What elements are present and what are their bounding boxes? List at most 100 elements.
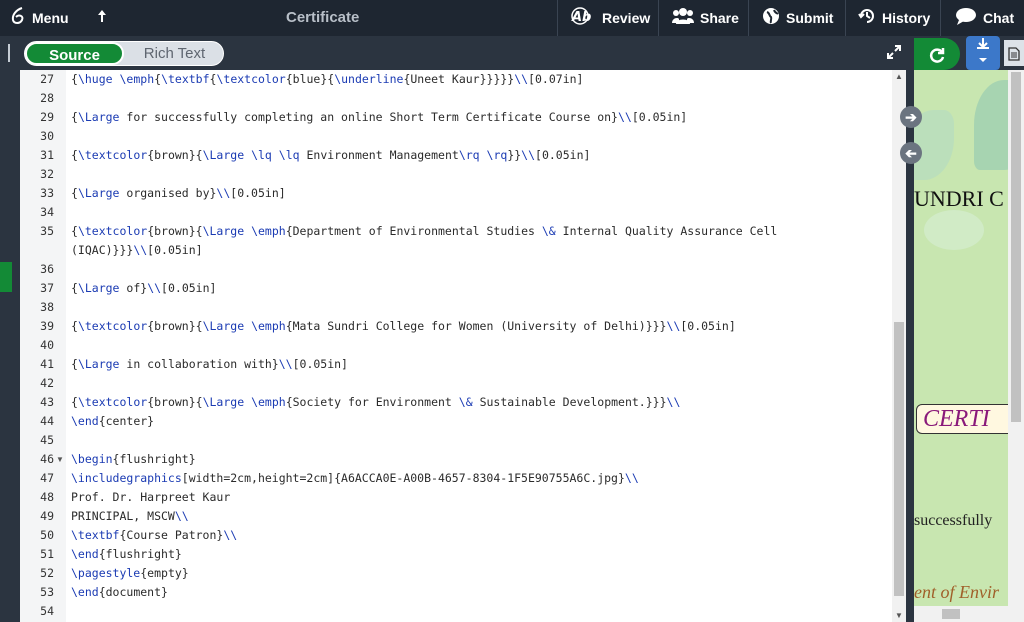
toolbar-divider [748,0,749,36]
globe-icon [762,7,780,29]
history-label: History [882,10,931,26]
code-line[interactable]: {\Large for successfully completing an o… [71,110,687,124]
line-number: 36 [40,262,54,276]
history-button[interactable]: History [858,0,930,36]
left-collapse-strip[interactable] [0,70,20,622]
refresh-icon [928,44,946,64]
pdf-horizontal-scrollbar[interactable] [914,606,1024,622]
line-number: 42 [40,376,54,390]
editor-mode-toggle[interactable]: Source Rich Text [24,41,224,66]
line-number: 43 [40,395,54,409]
code-line[interactable]: {\textcolor{brown}{\Large \emph{Departme… [71,224,777,238]
code-text-area[interactable]: {\huge \emph{\textbf{\textcolor{blue}{\u… [66,70,892,622]
code-line[interactable]: {\Large of}\\[0.05in] [71,281,216,295]
pdf-scroll-thumb[interactable] [1011,72,1021,422]
submit-button[interactable]: Submit [762,0,833,36]
line-number: 39 [40,319,54,333]
line-number: 44 [40,414,54,428]
rich-text-mode-button[interactable]: Rich Text [125,42,223,65]
chat-label: Chat [983,10,1015,26]
document-icon[interactable] [1004,40,1024,66]
chat-button[interactable]: Chat [955,0,1014,36]
download-pdf-button[interactable] [966,36,1000,70]
line-number: 31 [40,148,54,162]
code-line[interactable]: {\huge \emph{\textbf{\textcolor{blue}{\u… [71,72,583,86]
decorative-leaf [924,210,984,250]
line-number: 53 [40,585,54,599]
code-line[interactable]: \begin{flushright} [71,452,196,466]
recompile-button[interactable] [914,38,960,70]
history-clock-icon [858,7,876,29]
editor-scroll-thumb[interactable] [894,322,904,596]
line-number: 49 [40,509,54,523]
code-line[interactable]: {\Large in collaboration with}\\[0.05in] [71,357,348,371]
code-line[interactable]: \end{document} [71,585,168,599]
line-number: 30 [40,129,54,143]
line-number: 51 [40,547,54,561]
download-icon [974,38,992,69]
upload-button[interactable] [96,0,108,36]
toolbar-divider [658,0,659,36]
code-line[interactable]: PRINCIPAL, MSCW\\ [71,509,189,523]
line-number: 29 [40,110,54,124]
review-button[interactable]: Ab Review [570,0,650,36]
line-number: 50 [40,528,54,542]
line-number: 48 [40,490,54,504]
pdf-vertical-scrollbar[interactable] [1008,70,1024,606]
code-line[interactable]: \end{center} [71,414,154,428]
line-number: 45 [40,433,54,447]
code-line[interactable]: \end{flushright} [71,547,182,561]
arrow-left-icon: ➔ [905,145,917,161]
top-toolbar: Menu Certificate Ab Review Share Submit … [0,0,1024,36]
toolbar-divider [845,0,846,36]
menu-button[interactable]: Menu [10,0,69,36]
menu-label: Menu [32,10,69,26]
scroll-up-arrow-icon[interactable]: ▲ [895,72,903,81]
code-line[interactable]: {\textcolor{brown}{\Large \emph{Mata Sun… [71,319,736,333]
share-button[interactable]: Share [672,0,739,36]
line-number: 32 [40,167,54,181]
pdf-college-name-text: UNDRI C [914,186,1004,211]
line-number: 27 [40,72,54,86]
pdf-hscroll-thumb[interactable] [942,609,960,619]
code-line[interactable]: (IQAC)}}}\\[0.05in] [71,243,203,257]
line-number: 28 [40,91,54,105]
line-number: 54 [40,604,54,618]
code-line[interactable]: Prof. Dr. Harpreet Kaur [71,490,230,504]
code-line[interactable]: {\Large organised by}\\[0.05in] [71,186,286,200]
code-line[interactable]: \includegraphics[width=2cm,height=2cm]{A… [71,471,639,485]
line-number: 35 [40,224,54,238]
arrow-right-icon: ➔ [905,109,917,125]
speech-bubble-icon [955,7,977,29]
review-ab-icon: Ab [570,7,596,29]
review-label: Review [602,10,651,26]
submit-label: Submit [786,10,834,26]
project-title[interactable]: Certificate [286,0,359,36]
overleaf-leaf-icon [10,7,26,29]
decorative-leaf [974,80,1008,170]
upload-arrow-icon [96,9,108,27]
code-line[interactable]: \textbf{Course Patron}\\ [71,528,237,542]
scroll-down-arrow-icon[interactable]: ▼ [895,611,903,620]
sync-to-code-button[interactable]: ➔ [900,142,922,164]
source-mode-button[interactable]: Source [25,42,124,65]
line-number: 47 [40,471,54,485]
sync-to-pdf-button[interactable]: ➔ [900,106,922,128]
line-number: 38 [40,300,54,314]
code-line[interactable]: \pagestyle{empty} [71,566,189,580]
line-number: 33 [40,186,54,200]
pdf-course-text: ent of Envir [914,582,999,602]
panel-resize-handle[interactable] [8,44,10,62]
pdf-preview[interactable]: UNDRI C CERTI successfully ent of Envir [914,70,1008,606]
toolbar-divider [940,0,941,36]
line-number: 40 [40,338,54,352]
code-line[interactable]: {\textcolor{brown}{\Large \emph{Society … [71,395,680,409]
line-number: 52 [40,566,54,580]
expand-arrows-icon[interactable] [886,44,902,64]
line-number-gutter: 27 28 29 30 31 32 33 34 35 36 37 38 39 40 41 42 43 44 45 46… [20,70,66,622]
share-label: Share [700,10,739,26]
fold-toggle-icon[interactable]: ▼ [56,455,64,464]
file-tree-marker [0,262,12,292]
code-line[interactable]: {\textcolor{brown}{\Large \lq \lq Enviro… [71,148,590,162]
code-editor[interactable]: 27 28 29 30 31 32 33 34 35 36 37 38 39 40 41 42 43 44 45 46… [20,70,892,622]
